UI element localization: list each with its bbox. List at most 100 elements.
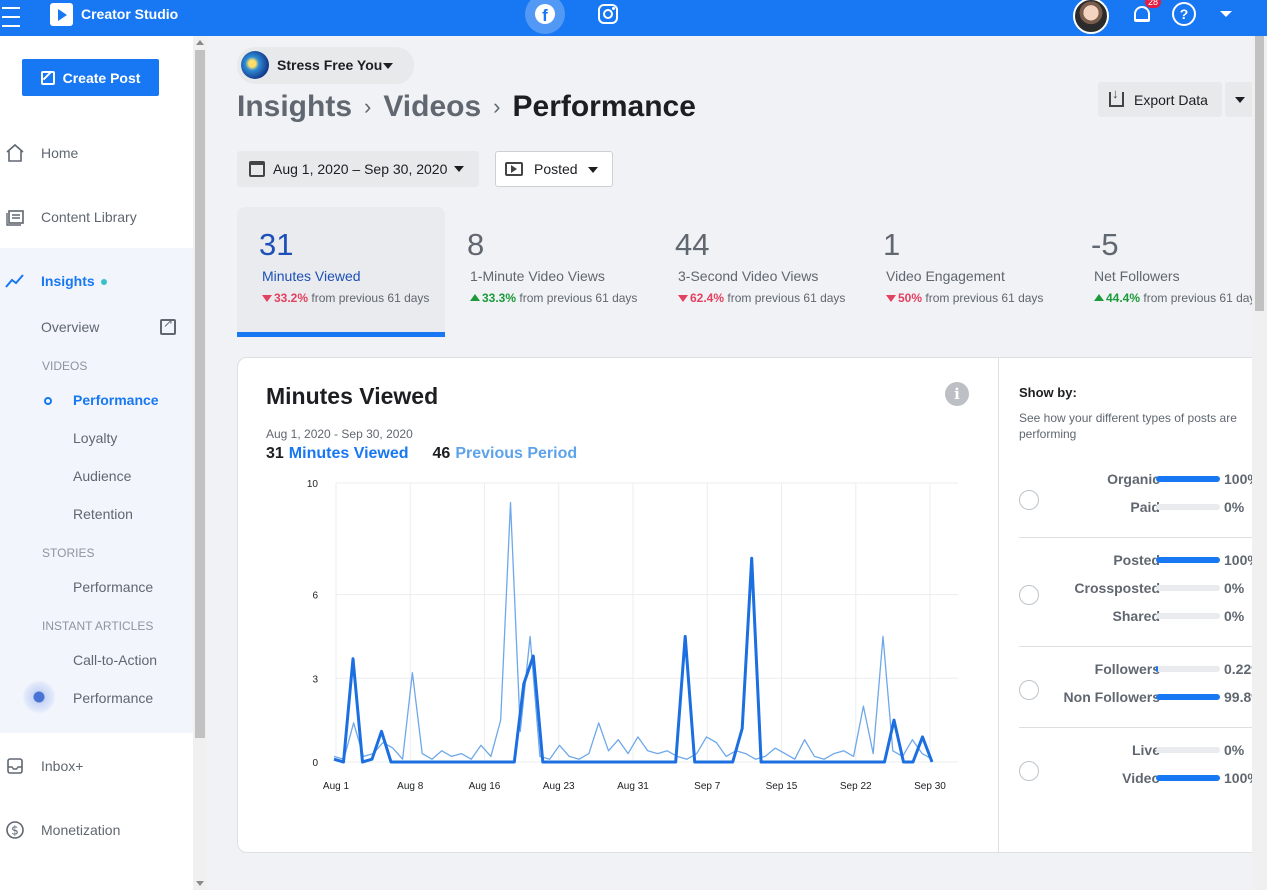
metric-tab-three-second-views[interactable]: 44 3-Second Video Views 62.4% from previou…: [653, 207, 861, 337]
sidebar-item-home[interactable]: Home: [0, 133, 193, 173]
show-by-group: Posted 100% Crossposted 0% Shared 0%: [1019, 545, 1266, 647]
metric-label: 1-Minute Video Views: [470, 268, 605, 284]
chart-card: Minutes Viewed i Aug 1, 2020 - Sep 30, 2…: [237, 357, 1267, 853]
account-menu-caret-icon[interactable]: [1220, 11, 1232, 17]
metric-tab-video-engagement[interactable]: 1 Video Engagement 50% from previous 61 da…: [861, 207, 1069, 337]
metric-change: 33.3% from previous 61 days: [470, 291, 637, 305]
y-tick-label: 6: [312, 591, 318, 602]
video-icon: [505, 162, 523, 176]
sidebar-item-content-library[interactable]: Content Library: [0, 197, 193, 237]
sidebar-item-retention[interactable]: Retention: [73, 506, 133, 522]
post-type-filter[interactable]: Posted: [495, 151, 613, 187]
section-label-videos: VIDEOS: [42, 359, 88, 373]
line-chart: 0 3 6 10 Aug 1 Aug 8 Aug 16 Aug 23 Aug 31 Sep 7 Se…: [307, 479, 958, 792]
insights-icon: [5, 274, 24, 288]
instagram-icon[interactable]: [598, 4, 618, 24]
export-data-button[interactable]: Export Data: [1098, 82, 1222, 117]
show-by-group: Organic 100% Paid 0%: [1019, 464, 1266, 538]
sidebar-item-insights[interactable]: Insights: [0, 261, 193, 301]
show-by-bar: [1156, 504, 1220, 510]
external-link-icon[interactable]: [160, 316, 176, 335]
show-by-row: Shared 0%: [1019, 606, 1266, 626]
page-scrollbar-thumb[interactable]: [1255, 36, 1264, 311]
metric-change-pct: 33.2%: [274, 291, 309, 305]
x-tick-label: Sep 30: [914, 781, 946, 792]
sidebar-item-loyalty[interactable]: Loyalty: [73, 430, 117, 446]
bell-icon: [1134, 6, 1150, 22]
calendar-icon: [249, 161, 265, 177]
show-by-bar: [1156, 476, 1220, 482]
metric-label: 3-Second Video Views: [678, 268, 819, 284]
section-label-stories: STORIES: [42, 546, 95, 560]
page-avatar: [241, 51, 269, 79]
metric-label: Net Followers: [1094, 268, 1180, 284]
metric-tab-net-followers[interactable]: -5 Net Followers 44.4% from previous 61 da…: [1069, 207, 1261, 337]
sidebar-item-call-to-action[interactable]: Call-to-Action: [73, 652, 157, 668]
show-by-bar-fill: [1156, 775, 1220, 781]
sidebar-item-monetization[interactable]: $ Monetization: [0, 810, 193, 850]
sidebar: Create Post Home Content Library Insight…: [0, 36, 193, 890]
x-tick-label: Sep 7: [694, 781, 721, 792]
breadcrumb-videos[interactable]: Videos: [383, 90, 481, 124]
show-by-group: Live 0% Video 100%: [1019, 735, 1266, 809]
show-by-label: Crossposted: [1074, 580, 1160, 596]
trend-up-icon: [1094, 294, 1104, 301]
avatar[interactable]: [1073, 0, 1109, 34]
metric-tab-minutes-viewed[interactable]: 31 Minutes Viewed 33.2% from previous 61 d…: [237, 207, 445, 337]
trend-down-icon: [886, 295, 896, 302]
metric-change: 44.4% from previous 61 days: [1094, 291, 1261, 305]
metric-change-suffix: from previous 61 days: [519, 291, 638, 305]
export-data-label: Export Data: [1134, 91, 1208, 108]
metric-tab-one-minute-views[interactable]: 8 1-Minute Video Views 33.3% from previous…: [445, 207, 653, 337]
show-by-bar-fill: [1156, 557, 1220, 563]
page-scrollbar[interactable]: [1252, 36, 1267, 890]
show-by-value: 0%: [1224, 608, 1245, 624]
chevron-down-icon: [1235, 97, 1245, 103]
create-post-button[interactable]: Create Post: [22, 59, 159, 96]
edit-icon: [40, 70, 55, 85]
metric-value: 1: [883, 227, 901, 262]
sidebar-item-inbox[interactable]: Inbox+: [0, 746, 193, 786]
facebook-icon: f: [535, 4, 555, 24]
breadcrumb-insights[interactable]: Insights: [237, 90, 352, 124]
sidebar-item-insights-wrap: Insights: [41, 273, 107, 289]
x-tick-label: Sep 22: [840, 781, 872, 792]
sidebar-scrollbar[interactable]: [193, 36, 207, 890]
metric-change-pct: 44.4%: [1106, 291, 1141, 305]
sidebar-item-overview[interactable]: Overview: [41, 319, 99, 335]
show-by-row: Organic 100%: [1019, 469, 1266, 489]
show-by-bar-fill: [1156, 666, 1158, 672]
sidebar-item-label: Inbox+: [41, 758, 84, 774]
metric-change: 50% from previous 61 days: [886, 291, 1043, 305]
facebook-platform-button[interactable]: f: [525, 0, 565, 34]
x-tick-label: Aug 16: [469, 781, 501, 792]
sidebar-item-video-performance[interactable]: Performance: [73, 392, 159, 408]
metric-value: 31: [259, 227, 294, 262]
show-by-label: Shared: [1112, 608, 1160, 624]
scroll-up-icon[interactable]: [196, 40, 204, 45]
scroll-down-icon[interactable]: [196, 881, 204, 886]
show-by-group: Followers 0.22% Non Followers 99.8%: [1019, 654, 1266, 728]
sidebar-item-label: Home: [41, 145, 79, 161]
export-options-button[interactable]: [1225, 82, 1253, 117]
content-library-icon: [6, 210, 24, 226]
metric-change-suffix: from previous 61 days: [1143, 291, 1262, 305]
date-range-picker[interactable]: Aug 1, 2020 – Sep 30, 2020: [237, 151, 479, 187]
inbox-icon: [7, 758, 23, 774]
sidebar-item-audience[interactable]: Audience: [73, 468, 131, 484]
sidebar-scrollbar-thumb[interactable]: [195, 50, 205, 738]
sidebar-item-stories-performance[interactable]: Performance: [73, 579, 153, 595]
y-tick-label: 10: [307, 479, 319, 490]
show-by-label: Followers: [1094, 661, 1160, 677]
show-by-title: Show by:: [1019, 385, 1077, 400]
chevron-down-icon: [383, 63, 393, 69]
metric-change-suffix: from previous 61 days: [925, 291, 1044, 305]
notification-badge: 28: [1145, 0, 1162, 8]
sidebar-item-instant-performance[interactable]: Performance: [73, 690, 153, 706]
menu-icon[interactable]: [2, 7, 20, 27]
chevron-down-icon: [588, 167, 598, 173]
help-icon[interactable]: ?: [1172, 2, 1196, 26]
insights-section: Insights Overview VIDEOS Performance Loy…: [0, 248, 193, 733]
page-selector[interactable]: Stress Free You: [237, 47, 414, 84]
metric-value: 44: [675, 227, 710, 262]
